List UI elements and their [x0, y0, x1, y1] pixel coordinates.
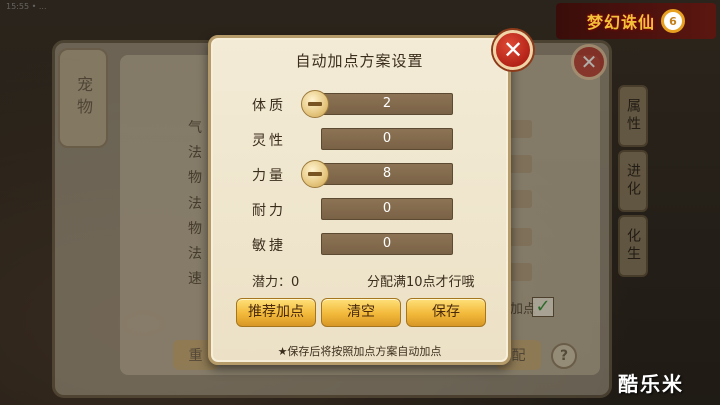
stat-field-endurance[interactable]: 0 — [321, 198, 453, 220]
dialog-title: 自动加点方案设置 — [295, 52, 424, 70]
stat-label-agility: 敏捷 — [252, 238, 286, 254]
stat-field-agility[interactable]: 0 — [321, 233, 453, 255]
save-footnote: ★保存后将按照加点方案自动加点 — [277, 345, 442, 358]
logo-text: 梦幻诛仙 — [586, 13, 655, 32]
stat-label-spirit: 灵性 — [252, 133, 286, 149]
stat-label-constitution: 体质 — [252, 98, 286, 114]
minus-button-constitution[interactable] — [301, 90, 329, 118]
recommend-button[interactable]: 推荐加点 — [236, 298, 316, 327]
stat-field-strength[interactable]: 8 — [321, 163, 453, 185]
auto-allocate-dialog: 自动加点方案设置 ✕ 体质 2 灵性 0 力量 8 耐力 0 敏捷 0 潜力：0… — [208, 30, 533, 365]
minus-icon — [308, 102, 322, 106]
potential-points: 潜力：0 — [252, 275, 300, 290]
logo-badge-icon: 6 — [661, 9, 685, 33]
clear-button[interactable]: 清空 — [321, 298, 401, 327]
stat-label-endurance: 耐力 — [252, 203, 286, 219]
save-button[interactable]: 保存 — [406, 298, 486, 327]
close-icon[interactable]: ✕ — [493, 30, 533, 70]
stat-field-constitution[interactable]: 2 — [321, 93, 453, 115]
game-logo: 梦幻诛仙 6 — [556, 3, 716, 39]
stat-label-strength: 力量 — [252, 168, 286, 184]
allocation-hint: 分配满10点才行哦 — [367, 275, 475, 290]
watermark: 酷乐米 — [618, 372, 684, 396]
minus-icon — [308, 172, 322, 176]
stat-field-spirit[interactable]: 0 — [321, 128, 453, 150]
minus-button-strength[interactable] — [301, 160, 329, 188]
